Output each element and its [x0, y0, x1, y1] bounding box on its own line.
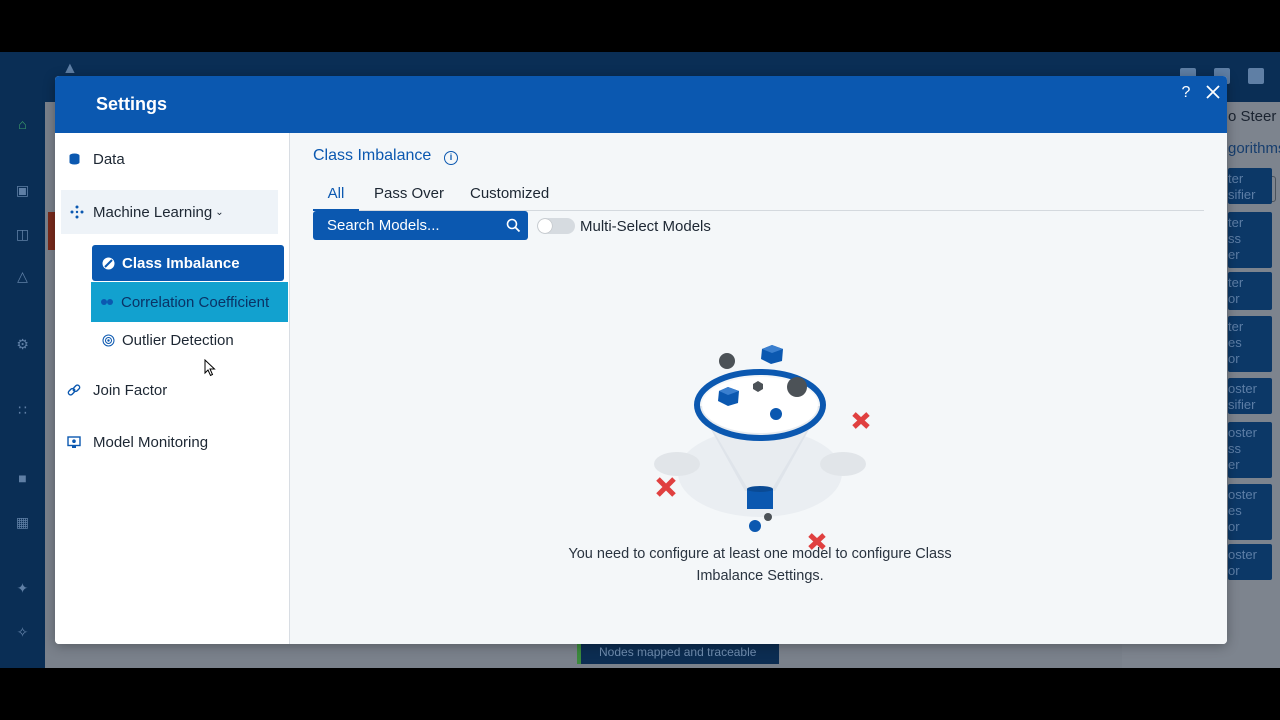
app-model-card: oster sifier [1228, 378, 1272, 414]
close-button[interactable] [1203, 81, 1223, 103]
app-model-card: ter ss er [1228, 212, 1272, 268]
model-tabs: All Pass Over Customized [313, 185, 1204, 211]
target-icon [94, 334, 122, 347]
app-model-card: ter sifier [1228, 168, 1272, 204]
database-icon [55, 153, 93, 165]
sidebar-item-machine-learning[interactable]: Machine Learning ⌄ [61, 190, 278, 234]
tab-all[interactable]: All [313, 185, 359, 211]
app-model-card: oster or [1228, 544, 1272, 580]
sidebar-item-label: Model Monitoring [93, 433, 209, 451]
chart-icon: △ [17, 268, 28, 284]
app-model-card: oster ss er [1228, 422, 1272, 478]
empty-state-funnel-illustration [654, 345, 870, 550]
sidebar-item-label: Join Factor [93, 381, 168, 399]
toggle-knob [538, 219, 552, 233]
tab-customized[interactable]: Customized [470, 185, 549, 211]
sidebar-item-label: Data [93, 150, 125, 168]
app-model-card: oster es or [1228, 484, 1272, 540]
multi-select-label: Multi-Select Models [580, 218, 711, 235]
tab-pass-over[interactable]: Pass Over [374, 185, 444, 211]
sidebar-item-model-monitoring[interactable]: Model Monitoring [55, 422, 208, 462]
empty-state-message: You need to configure at least one model… [568, 546, 952, 584]
multi-select-toggle[interactable] [537, 218, 575, 234]
monitor-icon [55, 435, 93, 449]
toast-message: Nodes mapped and traceable [577, 642, 779, 664]
app-algorithms-label: gorithms [1228, 140, 1280, 157]
sidebar-item-class-imbalance[interactable]: Class Imbalance [92, 245, 284, 281]
info-icon[interactable]: i [444, 151, 458, 165]
grid-icon: ∷ [18, 402, 27, 418]
letterbox-top [0, 0, 1280, 52]
search-box [313, 211, 528, 240]
section-title: Class Imbalance [313, 147, 432, 164]
link-icon [55, 383, 93, 397]
letterbox-bottom [0, 668, 1280, 720]
dashboard-icon: ▦ [15, 514, 30, 530]
sidebar-item-label: Outlier Detection [122, 331, 234, 349]
home-icon: ⌂ [18, 116, 27, 132]
settings-modal: Settings ? Data Machine Learning ⌄ Class… [55, 76, 1227, 644]
correlation-icon [93, 298, 121, 306]
help-button[interactable]: ? [1177, 82, 1195, 104]
settings-main-panel: Class Imbalance i All Pass Over Customiz… [290, 133, 1227, 644]
app-model-card: ter es or [1228, 316, 1272, 372]
network-icon [61, 205, 93, 219]
sidebar-item-correlation-coefficient[interactable]: Correlation Coefficient [91, 282, 288, 322]
database-icon: ◫ [15, 226, 30, 242]
flow-icon: ✦ [16, 580, 29, 596]
balance-icon [94, 257, 122, 270]
logout-icon [1248, 68, 1264, 84]
settings-icon: ⚙ [16, 336, 29, 352]
box-icon: ▣ [15, 182, 30, 198]
network-icon: ✧ [16, 624, 29, 640]
sidebar-item-data[interactable]: Data [55, 139, 125, 179]
sidebar-item-outlier-detection[interactable]: Outlier Detection [92, 322, 284, 358]
mouse-cursor-icon [204, 359, 216, 377]
sidebar-item-label: Class Imbalance [122, 254, 240, 272]
sidebar-item-label: Correlation Coefficient [121, 293, 270, 311]
sidebar-item-label: Machine Learning [93, 203, 213, 221]
app-model-card: ter or [1228, 272, 1272, 310]
close-icon [1206, 85, 1220, 99]
folder-icon: ■ [18, 470, 27, 486]
settings-sidebar: Data Machine Learning ⌄ Class Imbalance … [55, 133, 290, 644]
search-input[interactable] [313, 212, 493, 239]
app-steer-label: o Steer [1228, 108, 1277, 125]
search-icon[interactable] [506, 218, 521, 233]
chevron-down-icon: ⌄ [215, 206, 224, 218]
sidebar-item-join-factor[interactable]: Join Factor [55, 370, 167, 410]
app-nav-rail: ⌂ ▣ ◫ △ ⚙ ∷ ■ ▦ ✦ ✧ [0, 102, 45, 668]
modal-header: Settings ? [55, 76, 1227, 133]
modal-title: Settings [96, 94, 168, 114]
